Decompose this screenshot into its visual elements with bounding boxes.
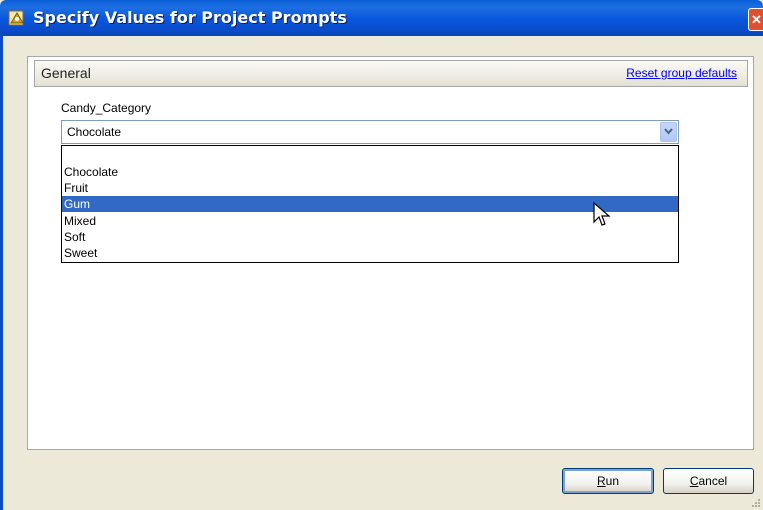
window-frame-left [0, 36, 3, 510]
prompt-label: Candy_Category [61, 101, 152, 115]
list-item[interactable]: Soft [62, 229, 678, 245]
list-item[interactable]: Chocolate [62, 164, 678, 180]
dropdown-list[interactable]: Chocolate Fruit Gum Mixed Soft Sweet [61, 145, 679, 263]
list-item[interactable] [62, 147, 678, 163]
list-item-selected[interactable]: Gum [62, 196, 678, 212]
window-title: Specify Values for Project Prompts [33, 8, 347, 27]
list-item[interactable]: Fruit [62, 180, 678, 196]
run-button[interactable]: Run [562, 468, 654, 494]
list-item[interactable]: Sweet [62, 245, 678, 261]
cancel-button-label: Cancel [689, 474, 728, 488]
title-bar[interactable]: Specify Values for Project Prompts ✕ [0, 0, 763, 36]
reset-group-defaults-link[interactable]: Reset group defaults [626, 66, 737, 80]
group-header: General Reset group defaults [34, 60, 748, 87]
list-item[interactable]: Mixed [62, 213, 678, 229]
run-button-label: Run [596, 474, 620, 488]
chevron-down-icon [664, 128, 673, 135]
combobox-value: Chocolate [67, 125, 122, 139]
cancel-button[interactable]: Cancel [663, 468, 754, 494]
app-icon [8, 9, 26, 27]
mouse-cursor-icon [593, 202, 611, 226]
candy-category-combobox[interactable]: Chocolate [61, 120, 679, 144]
dropdown-button[interactable] [660, 122, 677, 142]
group-title: General [41, 65, 91, 81]
resize-grip-icon[interactable] [751, 498, 761, 508]
close-icon[interactable]: ✕ [748, 8, 763, 31]
